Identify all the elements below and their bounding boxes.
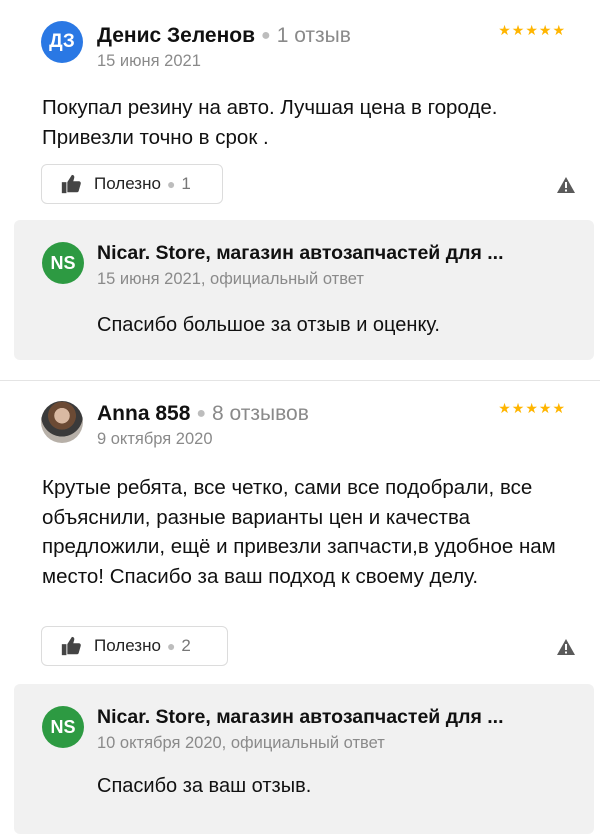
useful-button[interactable]: Полезно ● 2 bbox=[41, 626, 228, 666]
star-icon: ★ bbox=[511, 22, 526, 38]
star-icon: ★ bbox=[525, 22, 539, 38]
rating-stars: ★★★★★ bbox=[498, 22, 566, 39]
separator-dot: ● bbox=[166, 176, 176, 192]
review-date: 9 октября 2020 bbox=[97, 430, 213, 448]
author-name[interactable]: Anna 858 bbox=[97, 402, 190, 426]
useful-count: 1 bbox=[181, 174, 191, 193]
org-name[interactable]: Nicar. Store, магазин автозапчастей для … bbox=[97, 706, 504, 729]
warning-icon[interactable] bbox=[556, 638, 576, 656]
author-line: Anna 858 ● 8 отзывов bbox=[97, 402, 309, 426]
official-reply: NS Nicar. Store, магазин автозапчастей д… bbox=[14, 684, 594, 834]
author-name[interactable]: Денис Зеленов bbox=[97, 24, 255, 48]
org-avatar[interactable]: NS bbox=[42, 242, 84, 284]
warning-icon[interactable] bbox=[556, 176, 576, 194]
star-icon: ★ bbox=[498, 22, 512, 38]
star-icon: ★ bbox=[538, 400, 553, 416]
star-icon: ★ bbox=[525, 400, 539, 416]
separator-dot: ● bbox=[196, 405, 207, 422]
org-name[interactable]: Nicar. Store, магазин автозапчастей для … bbox=[97, 242, 504, 265]
review-card: ДЗ Денис Зеленов ● 1 отзыв 15 июня 2021 … bbox=[0, 0, 600, 380]
review-card: Anna 858 ● 8 отзывов 9 октября 2020 ★★★★… bbox=[0, 381, 600, 834]
review-text: Крутые ребята, все четко, сами все подоб… bbox=[42, 476, 556, 588]
star-icon: ★ bbox=[538, 22, 553, 38]
star-icon: ★ bbox=[511, 400, 526, 416]
rating-stars: ★★★★★ bbox=[498, 400, 566, 417]
reply-date: 10 октября 2020, официальный ответ bbox=[97, 734, 385, 752]
separator-dot: ● bbox=[166, 638, 176, 654]
review-date: 15 июня 2021 bbox=[97, 52, 201, 70]
reply-text: Спасибо большое за отзыв и оценку. bbox=[97, 314, 440, 336]
reply-date: 15 июня 2021, официальный ответ bbox=[97, 270, 364, 288]
avatar[interactable]: ДЗ bbox=[41, 21, 83, 63]
useful-button[interactable]: Полезно ● 1 bbox=[41, 164, 223, 204]
star-icon: ★ bbox=[498, 400, 512, 416]
official-reply: NS Nicar. Store, магазин автозапчастей д… bbox=[14, 220, 594, 360]
separator-dot: ● bbox=[261, 27, 271, 44]
useful-count: 2 bbox=[181, 636, 191, 655]
thumbs-up-icon bbox=[61, 174, 81, 194]
useful-label: Полезно bbox=[94, 636, 161, 655]
star-icon: ★ bbox=[552, 400, 566, 416]
reply-text: Спасибо за ваш отзыв. bbox=[97, 775, 312, 797]
author-reviews-count: 8 отзывов bbox=[212, 402, 309, 425]
review-text: Покупал резину на авто. Лучшая цена в го… bbox=[42, 96, 498, 149]
thumbs-up-icon bbox=[61, 636, 81, 656]
avatar[interactable] bbox=[41, 401, 83, 443]
author-reviews-count: 1 отзыв bbox=[276, 24, 351, 47]
star-icon: ★ bbox=[552, 22, 566, 38]
useful-label: Полезно bbox=[94, 174, 161, 193]
org-avatar[interactable]: NS bbox=[42, 706, 84, 748]
author-line: Денис Зеленов ● 1 отзыв bbox=[97, 24, 351, 48]
